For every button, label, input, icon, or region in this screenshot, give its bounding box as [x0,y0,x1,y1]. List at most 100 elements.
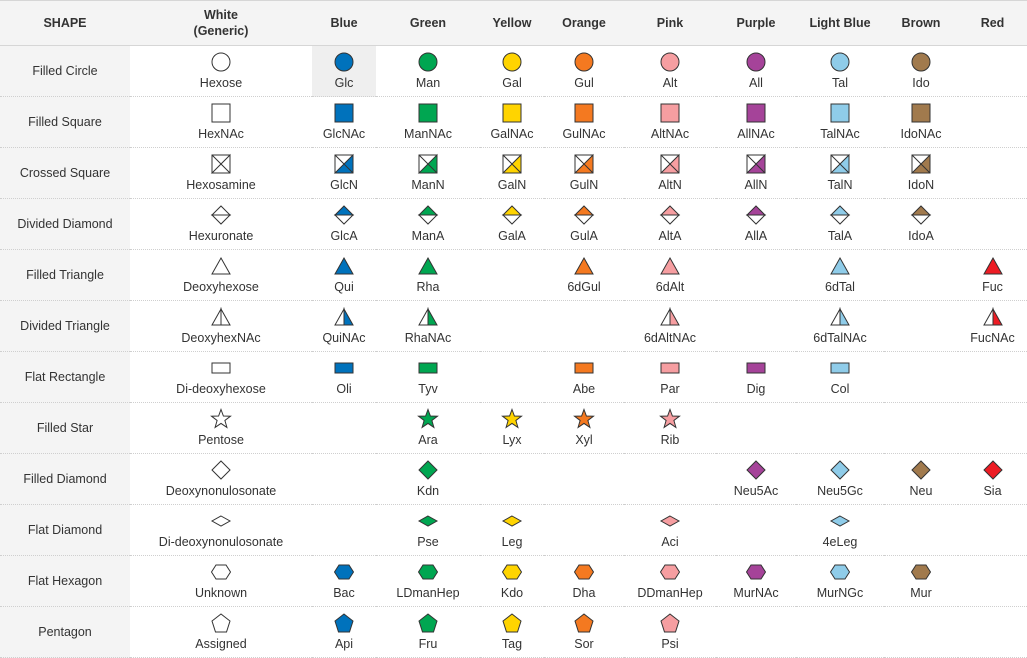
diamond-icon [911,460,931,480]
circle-icon [660,52,680,72]
shape-name: Flat Rectangle [0,351,130,403]
symbol-label: GlcA [330,229,358,243]
table-row: Flat Rectangle Di-deoxyhexose Oli Tyv Abe Par… [0,351,1027,403]
symbol-label: Abe [572,382,596,396]
column-header-pink: Pink [624,0,716,46]
flat-diamond-icon [210,515,232,527]
symbol-label: Gal [502,76,522,90]
column-header-light-blue: Light Blue [796,0,884,46]
column-header-yellow: Yellow [480,0,544,46]
symbol-cell [544,453,624,505]
flat-diamond-icon [417,515,439,527]
symbol-label: Tal [832,76,848,90]
symbol-cell [958,147,1027,199]
symbol-label: Di-deoxynonulosonate [158,535,284,549]
pentagon-icon [334,613,354,633]
symbol-cell: GlcNAc [312,96,376,148]
symbol-label: Unknown [194,586,248,600]
divided-triangle-icon [418,307,438,326]
crossed-square-icon [501,153,522,174]
symbol-cell: Lyx [480,402,544,454]
symbol-cell: IdoN [884,147,958,199]
symbol-cell [544,300,624,352]
circle-icon [830,52,850,72]
symbol-cell [958,96,1027,148]
symbol-cell [312,453,376,505]
symbol-label: Qui [334,280,354,294]
symbol-cell: DeoxyhexNAc [130,300,312,352]
symbol-cell: Rha [376,249,480,301]
square-icon [211,103,231,123]
symbol-label: RhaNAc [404,331,452,345]
symbol-cell: Hexosamine [130,147,312,199]
symbol-cell: AllN [716,147,796,199]
symbol-cell: Glc [312,45,376,97]
square-icon [911,103,931,123]
symbol-label: Oli [336,382,352,396]
symbol-cell: Leg [480,504,544,556]
hexagon-icon [829,564,851,580]
symbol-cell [480,249,544,301]
symbol-label: FucNAc [970,331,1015,345]
symbol-label: Hexose [199,76,243,90]
symbol-label: Pentose [198,433,244,447]
hexagon-icon [659,564,681,580]
symbol-cell: GulN [544,147,624,199]
symbol-cell: 6dGul [544,249,624,301]
symbol-label: Neu [909,484,933,498]
symbol-label: Man [415,76,441,90]
symbol-cell: Psi [624,606,716,658]
symbol-label: DDmanHep [637,586,703,600]
symbol-cell: Deoxynonulosonate [130,453,312,505]
symbol-label: Deoxyhexose [183,280,259,294]
symbol-cell: Deoxyhexose [130,249,312,301]
symbol-label: Rha [416,280,440,294]
symbol-label: Pse [417,535,439,549]
symbol-cell: HexNAc [130,96,312,148]
symbol-cell: Gal [480,45,544,97]
symbol-cell [480,453,544,505]
symbol-label: AltA [658,229,682,243]
symbol-label: GalNAc [490,127,534,141]
divided-diamond-icon [210,205,232,225]
diamond-icon [982,460,1003,480]
shape-name: Filled Triangle [0,249,130,301]
square-icon [830,103,850,123]
flat-rectangle-icon [334,362,354,374]
circle-icon [746,52,766,72]
symbol-cell: QuiNAc [312,300,376,352]
shape-name: Crossed Square [0,147,130,199]
divided-diamond-icon [573,205,595,225]
symbol-label: DeoxyhexNAc [181,331,261,345]
symbol-cell: Hexuronate [130,198,312,250]
square-icon [334,103,354,123]
symbol-cell: GalA [480,198,544,250]
symbol-label: MurNGc [816,586,864,600]
symbol-cell: AltA [624,198,716,250]
diamond-icon [746,460,766,480]
flat-diamond-icon [501,515,523,527]
column-header-blue: Blue [312,0,376,46]
symbol-label: Hexosamine [186,178,256,192]
divided-diamond-icon [501,205,523,225]
hexagon-icon [501,564,523,580]
symbol-cell: Assigned [130,606,312,658]
symbol-label: Hexuronate [188,229,254,243]
square-icon [574,103,594,123]
triangle-icon [211,256,231,275]
symbol-label: Assigned [195,637,247,651]
symbol-label: Tyv [418,382,438,396]
hexagon-icon [210,564,232,580]
symbol-cell: TalN [796,147,884,199]
symbol-label: HexNAc [198,127,244,141]
symbol-cell: Kdn [376,453,480,505]
symbol-label: 6dTal [825,280,855,294]
symbol-label: Lyx [502,433,522,447]
column-header-shape: SHAPE [0,0,130,46]
symbol-label: Sor [574,637,594,651]
symbol-cell: 4eLeg [796,504,884,556]
circle-icon [334,52,354,72]
symbol-label: Glc [334,76,354,90]
symbol-label: 6dAlt [655,280,685,294]
symbol-label: Di-deoxyhexose [176,382,266,396]
